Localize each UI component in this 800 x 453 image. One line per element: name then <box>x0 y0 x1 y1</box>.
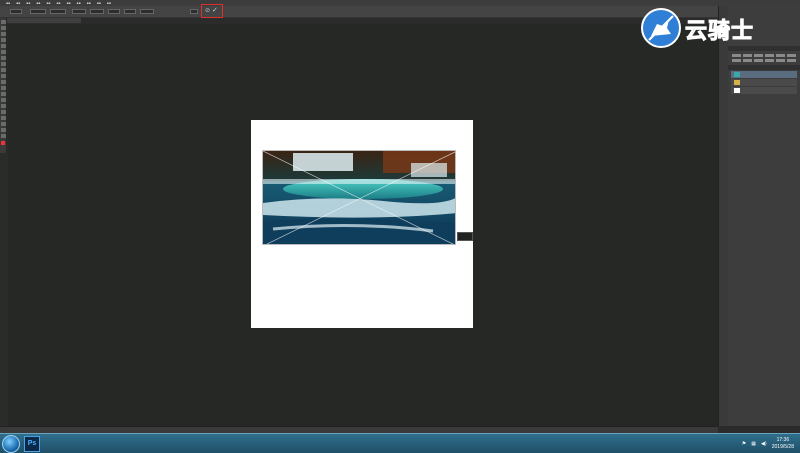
photoshop-window: ▪▪ ▪▪ ▪▪ ▪▪ ▪▪ ▪▪ ▪▪ ▪▪ ▪▪ ▪▪ ▪▪ ⊘ ✓ 云骑士… <box>0 0 800 453</box>
photoshop-taskbar-button[interactable]: Ps <box>24 436 40 452</box>
rotate-field[interactable] <box>108 9 120 14</box>
clock-time: 17:36 <box>776 437 790 443</box>
shape-tool-icon[interactable] <box>1 122 6 126</box>
type-tool-icon[interactable] <box>1 110 6 114</box>
skew-field[interactable] <box>124 9 136 14</box>
swatch[interactable] <box>754 54 763 57</box>
folder-icon <box>734 80 740 85</box>
clone-stamp-tool-icon[interactable] <box>1 68 6 72</box>
swatch[interactable] <box>776 59 785 62</box>
foreground-color-swatch[interactable] <box>1 141 5 145</box>
interpolation-select[interactable] <box>140 9 154 14</box>
swatch[interactable] <box>743 59 752 62</box>
transform-commit-highlight: ⊘ ✓ <box>201 4 223 18</box>
swatch[interactable] <box>743 54 752 57</box>
layer-row-background[interactable] <box>731 87 797 94</box>
action-center-flag-icon[interactable]: ⚑ <box>742 441 746 447</box>
path-select-tool-icon[interactable] <box>1 116 6 120</box>
clock-date: 2019/5/28 <box>771 444 794 450</box>
swatch[interactable] <box>732 54 741 57</box>
swatch[interactable] <box>754 59 763 62</box>
lasso-tool-icon[interactable] <box>1 32 6 36</box>
move-tool-icon[interactable] <box>1 20 6 24</box>
layer-thumbnail <box>734 88 740 93</box>
pen-tool-icon[interactable] <box>1 104 6 108</box>
document-tab[interactable] <box>6 18 81 23</box>
layer-row-folder[interactable] <box>731 79 797 86</box>
windows-start-icon[interactable] <box>2 435 20 453</box>
commit-transform-icon[interactable]: ✓ <box>212 6 218 14</box>
brush-tool-icon[interactable] <box>1 62 6 66</box>
placed-image-waterfall[interactable] <box>262 150 456 245</box>
swatch[interactable] <box>732 59 741 62</box>
eyedropper-tool-icon[interactable] <box>1 50 6 54</box>
windows-taskbar: Ps ⚑ ▦ ◀) 17:36 2019/5/28 <box>0 433 800 453</box>
knight-logo-icon <box>641 8 681 48</box>
brand-text: 云骑士 <box>684 19 755 45</box>
layer-row-placed-image[interactable] <box>731 71 797 78</box>
healing-brush-tool-icon[interactable] <box>1 56 6 60</box>
zoom-tool-icon[interactable] <box>1 134 6 138</box>
gradient-tool-icon[interactable] <box>1 86 6 90</box>
swatch[interactable] <box>776 54 785 57</box>
status-bar <box>0 426 718 433</box>
hand-tool-icon[interactable] <box>1 128 6 132</box>
eraser-tool-icon[interactable] <box>1 80 6 84</box>
waterfall-image <box>263 151 455 244</box>
cancel-transform-icon[interactable]: ⊘ <box>205 7 210 14</box>
layers-panel-header[interactable] <box>728 65 800 70</box>
clock[interactable]: 17:36 2019/5/28 <box>772 437 794 451</box>
swatch[interactable] <box>787 54 796 57</box>
panel-dock-icons[interactable] <box>718 6 728 426</box>
dodge-tool-icon[interactable] <box>1 98 6 102</box>
width-field[interactable] <box>72 9 86 14</box>
transform-info-tooltip <box>457 232 473 241</box>
quick-select-tool-icon[interactable] <box>1 38 6 42</box>
swatches-grid <box>728 51 800 65</box>
swatch[interactable] <box>765 54 774 57</box>
system-tray: ⚑ ▦ ◀) 17:36 2019/5/28 <box>742 436 794 452</box>
swatch[interactable] <box>787 59 796 62</box>
right-panels <box>728 6 800 426</box>
history-brush-tool-icon[interactable] <box>1 74 6 78</box>
height-field[interactable] <box>90 9 104 14</box>
x-position-field[interactable] <box>30 9 46 14</box>
reference-point-field[interactable] <box>10 9 22 14</box>
blur-tool-icon[interactable] <box>1 92 6 96</box>
layer-thumbnail <box>734 72 740 77</box>
warp-mode-button[interactable] <box>190 9 198 14</box>
brand-watermark: 云骑士 <box>641 8 781 48</box>
y-position-field[interactable] <box>50 9 66 14</box>
tools-panel <box>0 18 7 153</box>
network-icon[interactable]: ▦ <box>751 441 756 447</box>
swatch[interactable] <box>765 59 774 62</box>
marquee-tool-icon[interactable] <box>1 26 6 30</box>
crop-tool-icon[interactable] <box>1 44 6 48</box>
volume-icon[interactable]: ◀) <box>761 441 767 447</box>
